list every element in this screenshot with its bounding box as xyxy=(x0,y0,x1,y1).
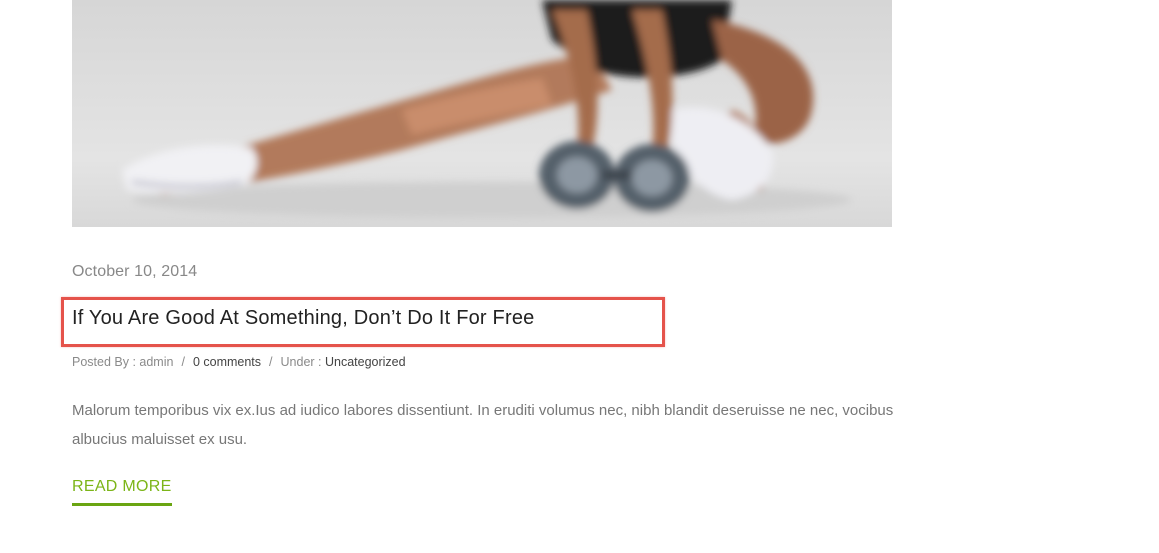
post-date: October 10, 2014 xyxy=(72,263,198,280)
meta-separator: / xyxy=(181,355,185,369)
category-link[interactable]: Uncategorized xyxy=(325,355,406,369)
fitness-photo xyxy=(72,0,892,227)
post-featured-image[interactable] xyxy=(72,0,892,227)
posted-by-label: Posted By : xyxy=(72,355,140,369)
post-title[interactable]: If You Are Good At Something, Don’t Do I… xyxy=(72,307,534,330)
post-excerpt: Malorum temporibus vix ex.Ius ad iudico … xyxy=(72,402,894,448)
under-label: Under : xyxy=(280,355,325,369)
read-more-link[interactable]: READ MORE xyxy=(72,478,172,506)
post-author-link[interactable]: admin xyxy=(139,355,173,369)
post-meta: Posted By : admin / 0 comments / Under : Unc… xyxy=(72,355,406,369)
blog-post: October 10, 2014 If You Are Good At Some… xyxy=(0,0,1159,553)
meta-separator: / xyxy=(269,355,273,369)
comments-link[interactable]: 0 comments xyxy=(193,355,261,369)
